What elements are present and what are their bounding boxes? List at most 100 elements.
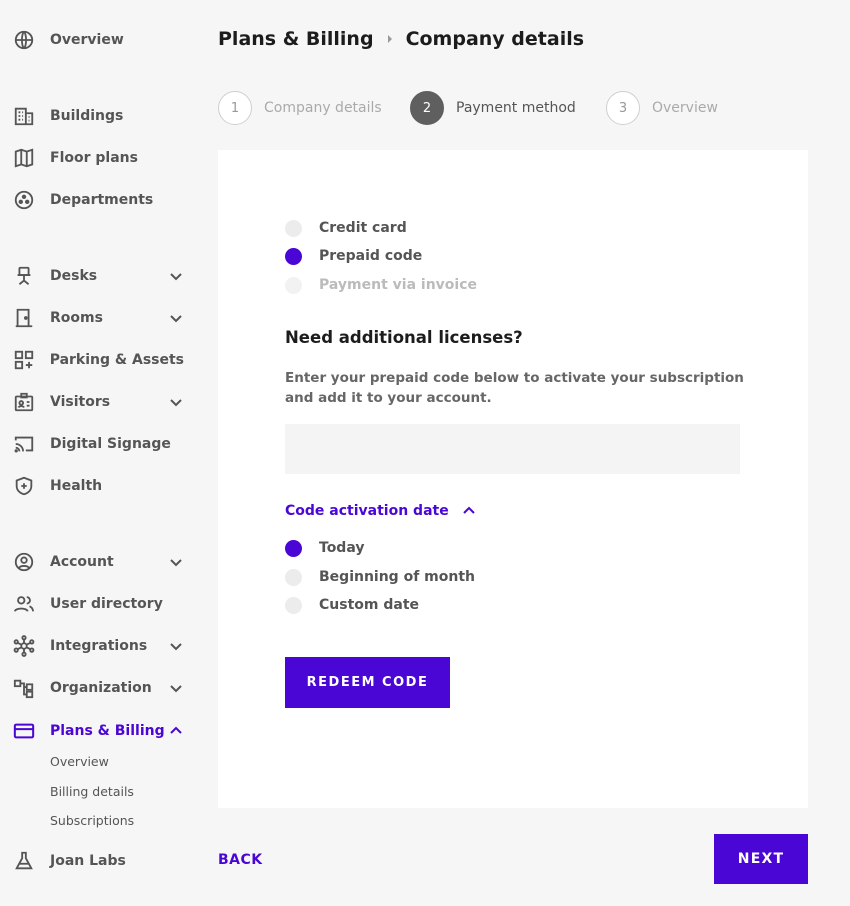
account-icon [12, 550, 36, 574]
activation-date-label: Code activation date [285, 503, 449, 519]
radio-custom-date[interactable]: Custom date [285, 595, 419, 615]
flask-icon [12, 849, 36, 873]
next-button[interactable]: NEXT [714, 834, 808, 884]
sidebar-item-label: Health [50, 478, 103, 494]
sidebar-item-joan-labs[interactable]: Joan Labs [12, 847, 184, 875]
sidebar-subitem-subscriptions[interactable]: Subscriptions [50, 813, 134, 828]
radio-dot [285, 276, 302, 294]
sidebar-item-organization[interactable]: Organization [12, 674, 184, 702]
radio-dot[interactable] [285, 568, 302, 586]
chevron-down-icon[interactable] [168, 394, 184, 410]
cast-icon [12, 432, 36, 456]
step-overview: 3 Overview [606, 91, 718, 125]
building-icon [12, 104, 36, 128]
radio-label: Custom date [319, 597, 420, 613]
sidebar-item-parking-assets[interactable]: Parking & Assets [12, 346, 184, 374]
step-label: Overview [652, 100, 718, 116]
sidebar-item-label: Floor plans [50, 150, 138, 166]
sidebar-item-label: Departments [50, 192, 154, 208]
sidebar-item-buildings[interactable]: Buildings [12, 102, 184, 130]
sidebar-item-integrations[interactable]: Integrations [12, 632, 184, 660]
sidebar-item-label: User directory [50, 596, 163, 612]
step-label: Payment method [456, 100, 576, 116]
section-description: Enter your prepaid code below to activat… [285, 370, 744, 406]
radio-dot[interactable] [285, 539, 302, 557]
visitor-badge-icon [12, 390, 36, 414]
step-number: 3 [606, 91, 640, 125]
sidebar-item-label: Parking & Assets [49, 352, 184, 368]
chevron-down-icon[interactable] [168, 310, 184, 326]
sidebar-item-label: Plans & Billing [50, 723, 165, 739]
payment-card: Credit card Prepaid code Payment via inv… [218, 150, 808, 808]
sidebar-item-label: Visitors [50, 394, 111, 410]
sidebar-item-overview[interactable]: Overview [12, 26, 184, 54]
users-icon [12, 592, 36, 616]
radio-credit-card[interactable]: Credit card [285, 218, 407, 238]
radio-label: Credit card [319, 220, 407, 236]
sidebar-item-desks[interactable]: Desks [12, 262, 184, 290]
radio-payment-invoice: Payment via invoice [285, 275, 477, 295]
step-payment-method: 2 Payment method [410, 91, 576, 125]
grid-plus-icon [12, 348, 36, 372]
globe-icon [12, 28, 36, 52]
breadcrumb: Plans & Billing Company details [218, 28, 584, 50]
redeem-code-button[interactable]: REDEEM CODE [285, 657, 450, 708]
chevron-down-icon[interactable] [168, 680, 184, 696]
activation-date-toggle[interactable]: Code activation date [285, 503, 477, 519]
radio-label: Today [319, 540, 365, 556]
sidebar-item-plans-billing[interactable]: Plans & Billing [12, 717, 184, 745]
sidebar: Overview Buildings Floor plans Departmen… [0, 0, 200, 906]
step-label: Company details [264, 100, 382, 116]
sidebar-item-rooms[interactable]: Rooms [12, 304, 184, 332]
sidebar-item-label: Buildings [50, 108, 124, 124]
chevron-up-icon [462, 506, 475, 514]
sidebar-item-floor-plans[interactable]: Floor plans [12, 144, 184, 172]
sidebar-item-departments[interactable]: Departments [12, 186, 184, 214]
sidebar-item-digital-signage[interactable]: Digital Signage [12, 430, 184, 458]
desk-chair-icon [12, 264, 36, 288]
chevron-up-icon[interactable] [168, 723, 184, 739]
hub-icon [12, 634, 36, 658]
prepaid-code-input[interactable] [285, 424, 740, 474]
sidebar-item-visitors[interactable]: Visitors [12, 388, 184, 416]
radio-dot[interactable] [285, 219, 302, 237]
sidebar-item-label: Joan Labs [50, 853, 126, 869]
sidebar-item-account[interactable]: Account [12, 548, 184, 576]
step-number: 2 [410, 91, 444, 125]
departments-icon [12, 188, 36, 212]
sidebar-item-label: Digital Signage [50, 436, 171, 452]
map-icon [12, 146, 36, 170]
radio-beginning-of-month[interactable]: Beginning of month [285, 567, 475, 587]
shield-plus-icon [12, 474, 36, 498]
radio-dot[interactable] [285, 596, 302, 614]
sidebar-item-health[interactable]: Health [12, 472, 184, 500]
radio-prepaid-code[interactable]: Prepaid code [285, 246, 422, 266]
sidebar-item-label: Overview [50, 32, 124, 48]
radio-today[interactable]: Today [285, 538, 364, 558]
sidebar-subitem-billing-details[interactable]: Billing details [50, 784, 134, 799]
radio-label: Beginning of month [319, 569, 475, 585]
sidebar-item-user-directory[interactable]: User directory [12, 590, 184, 618]
sidebar-item-label: Organization [50, 680, 152, 696]
chevron-down-icon[interactable] [168, 268, 184, 284]
sidebar-item-label: Rooms [50, 310, 103, 326]
back-button[interactable]: BACK [218, 852, 263, 868]
radio-label: Prepaid code [319, 248, 423, 264]
step-number: 1 [218, 91, 252, 125]
radio-label: Payment via invoice [319, 277, 477, 293]
chevron-down-icon[interactable] [168, 554, 184, 570]
sidebar-subitem-overview[interactable]: Overview [50, 754, 109, 769]
chevron-right-icon [387, 35, 392, 43]
sidebar-item-label: Integrations [50, 638, 148, 654]
breadcrumb-parent[interactable]: Plans & Billing [218, 28, 374, 50]
page-title: Company details [405, 28, 585, 50]
section-title: Need additional licenses? [285, 328, 523, 347]
door-icon [12, 306, 36, 330]
chevron-down-icon[interactable] [168, 638, 184, 654]
org-chart-icon [12, 676, 36, 700]
step-company-details: 1 Company details [218, 91, 382, 125]
sidebar-item-label: Account [50, 554, 114, 570]
credit-card-icon [12, 719, 36, 743]
radio-dot[interactable] [285, 247, 302, 265]
sidebar-item-label: Desks [50, 268, 98, 284]
